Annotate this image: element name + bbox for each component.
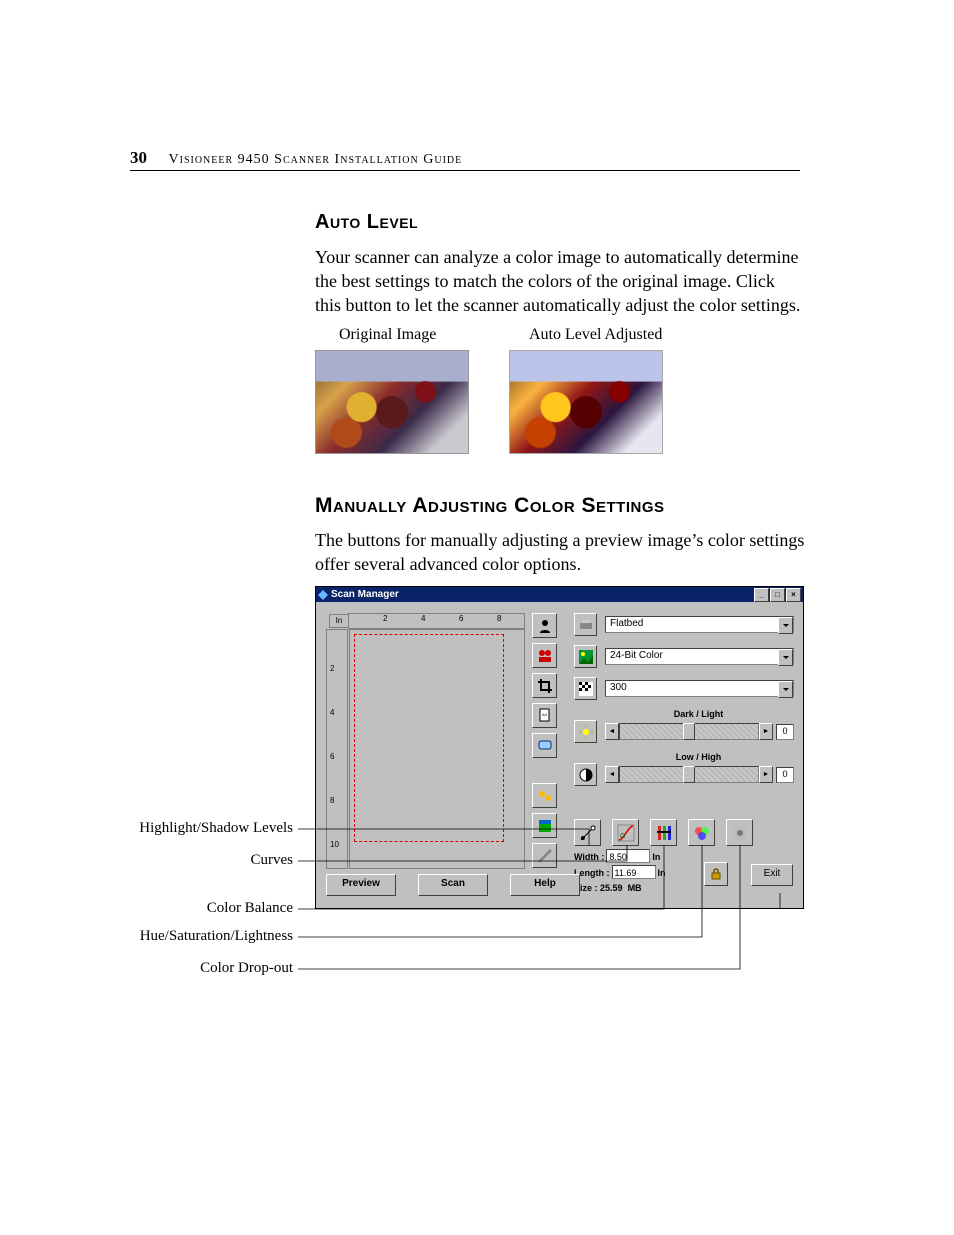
dark-light-slider[interactable] (619, 723, 759, 740)
image-type-icon (574, 645, 597, 668)
resolution-select[interactable]: 300 (605, 680, 794, 697)
ruler-h-tick: 2 (383, 614, 387, 623)
preview-canvas[interactable] (349, 629, 525, 869)
low-high-label: Low / High (603, 752, 794, 762)
window-title: Scan Manager (331, 589, 399, 600)
tool-portrait-icon[interactable] (532, 613, 557, 638)
ruler-vertical[interactable]: 2 4 6 8 10 (326, 629, 348, 869)
image-type-select[interactable]: 24-Bit Color (605, 648, 794, 665)
dropdown-icon[interactable] (778, 617, 793, 634)
close-button[interactable]: × (786, 588, 801, 602)
dark-light-value: 0 (776, 724, 794, 740)
heading-auto-level: Auto Level (315, 211, 418, 234)
ruler-v-tick: 8 (330, 796, 334, 805)
callout-color-dropout: Color Drop-out (115, 960, 293, 977)
scan-manager-window: Scan Manager _ □ × In 2 4 6 8 2 4 6 8 10… (315, 586, 804, 909)
ruler-v-tick: 10 (330, 840, 339, 849)
minimize-button[interactable]: _ (754, 588, 769, 602)
tool-pagesize-icon[interactable]: A4 (532, 703, 557, 728)
scan-selection[interactable] (354, 634, 504, 842)
guide-title: Visioneer 9450 Scanner Installation Guid… (169, 152, 463, 167)
ruler-h-tick: 8 (497, 614, 501, 623)
slider-thumb[interactable] (683, 723, 695, 740)
scan-method-value: Flatbed (610, 618, 643, 629)
hue-saturation-button[interactable] (688, 819, 715, 846)
main-buttons: Preview Scan Help (326, 874, 580, 896)
color-balance-button[interactable] (650, 819, 677, 846)
tool-crop-icon[interactable] (532, 673, 557, 698)
ruler-v-tick: 6 (330, 752, 334, 761)
scan-button[interactable]: Scan (418, 874, 488, 896)
slider-right-icon[interactable]: ► (759, 723, 773, 740)
tool-manual-icon[interactable] (532, 843, 557, 868)
low-high-value: 0 (776, 767, 794, 783)
scan-method-select[interactable]: Flatbed (605, 616, 794, 633)
settings-panel: Flatbed 24-Bit Color 300 Dark / Light ◄ … (574, 613, 794, 795)
resolution-value: 300 (610, 682, 627, 693)
scan-method-icon (574, 613, 597, 636)
exit-button[interactable]: Exit (751, 864, 793, 886)
paragraph-manual: The buttons for manually adjusting a pre… (315, 528, 805, 576)
ruler-v-tick: 4 (330, 708, 334, 717)
contrast-icon (574, 763, 597, 786)
size-value: 25.59 (600, 883, 623, 893)
ruler-horizontal[interactable]: In 2 4 6 8 (348, 613, 525, 629)
caption-adjusted: Auto Level Adjusted (529, 326, 662, 344)
tool-rotate-icon[interactable] (532, 733, 557, 758)
lock-button[interactable] (704, 862, 728, 886)
tool-photo-icon[interactable] (532, 783, 557, 808)
tool-duplex-icon[interactable] (532, 643, 557, 668)
app-icon (318, 590, 328, 600)
svg-text:G: G (620, 833, 625, 840)
paragraph-auto-level: Your scanner can analyze a color image t… (315, 245, 805, 317)
callout-highlight-shadow: Highlight/Shadow Levels (115, 820, 293, 837)
resolution-icon (574, 677, 597, 700)
help-button[interactable]: Help (510, 874, 580, 896)
brightness-icon (574, 720, 597, 743)
maximize-button[interactable]: □ (770, 588, 785, 602)
page-header: 30 Visioneer 9450 Scanner Installation G… (130, 148, 462, 168)
ruler-h-tick: 6 (459, 614, 463, 623)
ruler-unit[interactable]: In (329, 614, 349, 628)
callout-hsl: Hue/Saturation/Lightness (115, 928, 293, 945)
dropdown-icon[interactable] (778, 649, 793, 666)
callout-curves: Curves (115, 852, 293, 869)
ruler-v-tick: 2 (330, 664, 334, 673)
color-dropout-button[interactable] (726, 819, 753, 846)
preview-panel: In 2 4 6 8 2 4 6 8 10 (326, 613, 525, 869)
dark-light-label: Dark / Light (603, 709, 794, 719)
heading-manual: Manually Adjusting Color Settings (315, 494, 665, 518)
highlight-shadow-button[interactable] (574, 819, 601, 846)
dimensions-readout: Width :8.50In Length :11.69In Size : 25.… (574, 849, 666, 896)
dropdown-icon[interactable] (778, 681, 793, 698)
curves-button[interactable]: G (612, 819, 639, 846)
slider-left-icon[interactable]: ◄ (605, 766, 619, 783)
preview-button[interactable]: Preview (326, 874, 396, 896)
low-high-slider[interactable] (619, 766, 759, 783)
tool-strip: A4 (532, 613, 560, 873)
page-number: 30 (130, 148, 147, 167)
callout-color-balance: Color Balance (115, 900, 293, 917)
slider-left-icon[interactable]: ◄ (605, 723, 619, 740)
color-tools-row: G (574, 819, 753, 846)
caption-original: Original Image (339, 326, 436, 344)
slider-right-icon[interactable]: ► (759, 766, 773, 783)
svg-text:A4: A4 (542, 712, 548, 717)
ruler-h-tick: 4 (421, 614, 425, 623)
slider-thumb[interactable] (683, 766, 695, 783)
titlebar[interactable]: Scan Manager _ □ × (316, 587, 803, 602)
header-rule (130, 170, 800, 171)
thumbnail-adjusted (509, 350, 663, 454)
image-type-value: 24-Bit Color (610, 650, 663, 661)
thumbnail-original (315, 350, 469, 454)
width-field[interactable]: 8.50 (606, 849, 650, 863)
tool-auto-icon[interactable] (532, 813, 557, 838)
length-field[interactable]: 11.69 (612, 865, 656, 879)
